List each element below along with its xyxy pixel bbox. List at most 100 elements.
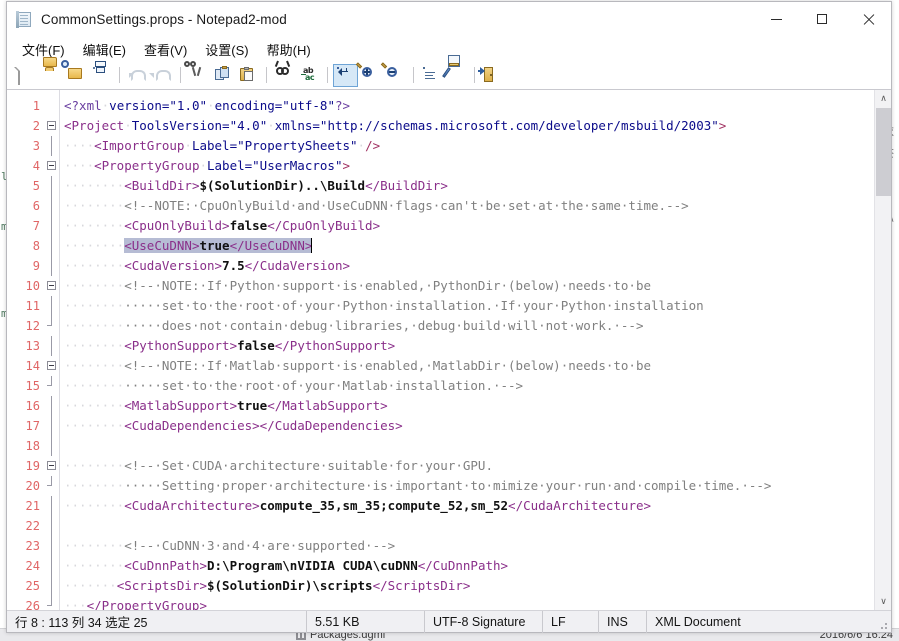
- fold-collapse-icon[interactable]: [47, 161, 56, 170]
- exit-icon: [478, 67, 501, 83]
- code-line[interactable]: ···</PropertyGroup>: [64, 596, 874, 610]
- fold-cell: [44, 136, 59, 156]
- scroll-down-arrow[interactable]: ∨: [875, 593, 891, 610]
- scroll-up-arrow[interactable]: ∧: [875, 90, 891, 107]
- scheme-button[interactable]: [419, 64, 444, 87]
- status-document-type[interactable]: XML Document: [647, 611, 891, 633]
- fold-cell: [44, 436, 59, 456]
- code-line[interactable]: ·············set·to·the·root·of·your·Pyt…: [64, 296, 874, 316]
- minimize-button[interactable]: [753, 2, 799, 36]
- code-line[interactable]: ·············Setting·proper·architecture…: [64, 476, 874, 496]
- code-line[interactable]: ········<!--·Set·CUDA·architecture·suita…: [64, 456, 874, 476]
- code-line[interactable]: ········<!--·NOTE:·If·Matlab·support·is·…: [64, 356, 874, 376]
- status-bar: 行 8 : 113 列 34 选定 25 5.51 KB UTF-8 Signa…: [7, 610, 891, 633]
- code-line[interactable]: ·············set·to·the·root·of·your·Mat…: [64, 376, 874, 396]
- resize-grip-icon[interactable]: [877, 619, 889, 631]
- line-number: 9: [32, 259, 40, 273]
- fold-guide-line: [51, 196, 52, 216]
- line-number: 12: [25, 319, 40, 333]
- code-span: <!--NOTE:·CpuOnlyBuild·and·UseCuDNN·flag…: [124, 198, 689, 213]
- editor-area: 1 2 3 4 5 6 7 8 9 10 11 12 13 14 15 16 17 18 19 20 21 22 23 24 2…: [7, 89, 891, 610]
- code-line[interactable]: ········<CpuOnlyBuild>false</CpuOnlyBuil…: [64, 216, 874, 236]
- open-file-button[interactable]: [39, 57, 64, 87]
- save-button[interactable]: [89, 61, 114, 87]
- code-line[interactable]: ········<!--·CuDNN·3·and·4·are·supported…: [64, 536, 874, 556]
- exit-button[interactable]: [478, 64, 505, 87]
- fold-collapse-icon[interactable]: [47, 121, 56, 130]
- scheme-setup-button[interactable]: [442, 55, 469, 87]
- code-folding-column[interactable]: [44, 90, 60, 610]
- menu-edit[interactable]: 编辑(E): [74, 37, 135, 63]
- zoom-in-button[interactable]: [355, 62, 383, 87]
- fold-collapse-icon[interactable]: [47, 281, 56, 290]
- code-span: </PythonSupport>: [274, 338, 396, 353]
- window-title: CommonSettings.props - Notepad2-mod: [41, 11, 287, 27]
- fold-cell: [44, 516, 59, 536]
- fold-collapse-icon[interactable]: [47, 461, 56, 470]
- code-span: <CudaVersion>: [124, 258, 223, 273]
- editor-vertical-scrollbar[interactable]: ∧ ∨: [874, 90, 891, 610]
- toolbar-separator: [266, 67, 267, 83]
- code-line[interactable]: ········<MatlabSupport>true</MatlabSuppo…: [64, 396, 874, 416]
- code-line[interactable]: ········<CudaArchitecture>compute_35,sm_…: [64, 496, 874, 516]
- code-line[interactable]: ·······<ScriptsDir>$(SolutionDir)\script…: [64, 576, 874, 596]
- code-line[interactable]: ····<PropertyGroup·Label="UserMacros">: [64, 156, 874, 176]
- fold-cell: [44, 396, 59, 416]
- fold-cell[interactable]: [44, 456, 59, 476]
- cut-icon: [184, 61, 207, 83]
- menu-help[interactable]: 帮助(H): [258, 37, 320, 63]
- status-insert-mode[interactable]: INS: [599, 610, 647, 633]
- browse-file-button[interactable]: [61, 60, 89, 87]
- code-line[interactable]: ········<CuDnnPath>D:\Program\nVIDIA CUD…: [64, 556, 874, 576]
- code-line[interactable]: ········<BuildDir>$(SolutionDir)..\Build…: [64, 176, 874, 196]
- scheme-icon: [423, 67, 440, 83]
- menu-view[interactable]: 查看(V): [135, 37, 196, 63]
- code-line[interactable]: ·············does·not·contain·debug·libr…: [64, 316, 874, 336]
- paste-button[interactable]: [236, 64, 261, 87]
- zoom-out-button[interactable]: [380, 62, 408, 87]
- code-line[interactable]: ········<!--·NOTE:·If·Python·support·is·…: [64, 276, 874, 296]
- status-line-endings[interactable]: LF: [543, 610, 599, 633]
- copy-button[interactable]: [211, 64, 236, 87]
- line-number: 8: [32, 239, 40, 253]
- code-text-area[interactable]: <?xml·version="1.0"·encoding="utf-8"?> <P…: [60, 90, 874, 610]
- line-number: 3: [32, 139, 40, 153]
- code-span: ········: [64, 498, 125, 513]
- code-line[interactable]: ········<PythonSupport>false</PythonSupp…: [64, 336, 874, 356]
- status-encoding[interactable]: UTF-8 Signature: [425, 610, 543, 633]
- code-span: version=: [109, 98, 170, 113]
- fold-cell[interactable]: [44, 356, 59, 376]
- code-line[interactable]: [64, 436, 874, 456]
- fold-cell: [44, 96, 59, 116]
- code-line[interactable]: ········<CudaDependencies></CudaDependen…: [64, 416, 874, 436]
- word-wrap-button[interactable]: [333, 63, 358, 87]
- line-number: 20: [25, 479, 40, 493]
- close-button[interactable]: [845, 2, 891, 36]
- cut-button[interactable]: [184, 61, 211, 87]
- new-file-button[interactable]: [14, 64, 39, 87]
- code-line[interactable]: ········<UseCuDNN>true</UseCuDNN>: [64, 236, 874, 256]
- code-line[interactable]: [64, 516, 874, 536]
- fold-collapse-icon[interactable]: [47, 361, 56, 370]
- maximize-button[interactable]: [799, 2, 845, 36]
- code-line[interactable]: <?xml·version="1.0"·encoding="utf-8"?>: [64, 96, 874, 116]
- code-line[interactable]: <Project·ToolsVersion="4.0"·xmlns="http:…: [64, 116, 874, 136]
- toolbar-separator: [474, 67, 475, 83]
- code-line[interactable]: ····<ImportGroup·Label="PropertySheets"·…: [64, 136, 874, 156]
- fold-cell[interactable]: [44, 116, 59, 136]
- undo-button[interactable]: [125, 64, 150, 87]
- code-line[interactable]: ········<CudaVersion>7.5</CudaVersion>: [64, 256, 874, 276]
- status-cursor-position[interactable]: 行 8 : 113 列 34 选定 25: [7, 610, 307, 633]
- code-line[interactable]: ········<!--NOTE:·CpuOnlyBuild·and·UseCu…: [64, 196, 874, 216]
- menu-settings[interactable]: 设置(S): [196, 37, 257, 63]
- title-bar[interactable]: CommonSettings.props - Notepad2-mod: [7, 2, 891, 37]
- code-span: ········: [64, 198, 125, 213]
- fold-cell: [44, 236, 59, 256]
- scrollbar-thumb[interactable]: [876, 108, 891, 196]
- find-button[interactable]: [272, 60, 297, 87]
- fold-guide-line: [51, 296, 52, 316]
- fold-cell[interactable]: [44, 276, 59, 296]
- replace-button[interactable]: ab ac: [297, 64, 322, 87]
- fold-cell[interactable]: [44, 156, 59, 176]
- redo-button[interactable]: [150, 64, 175, 87]
